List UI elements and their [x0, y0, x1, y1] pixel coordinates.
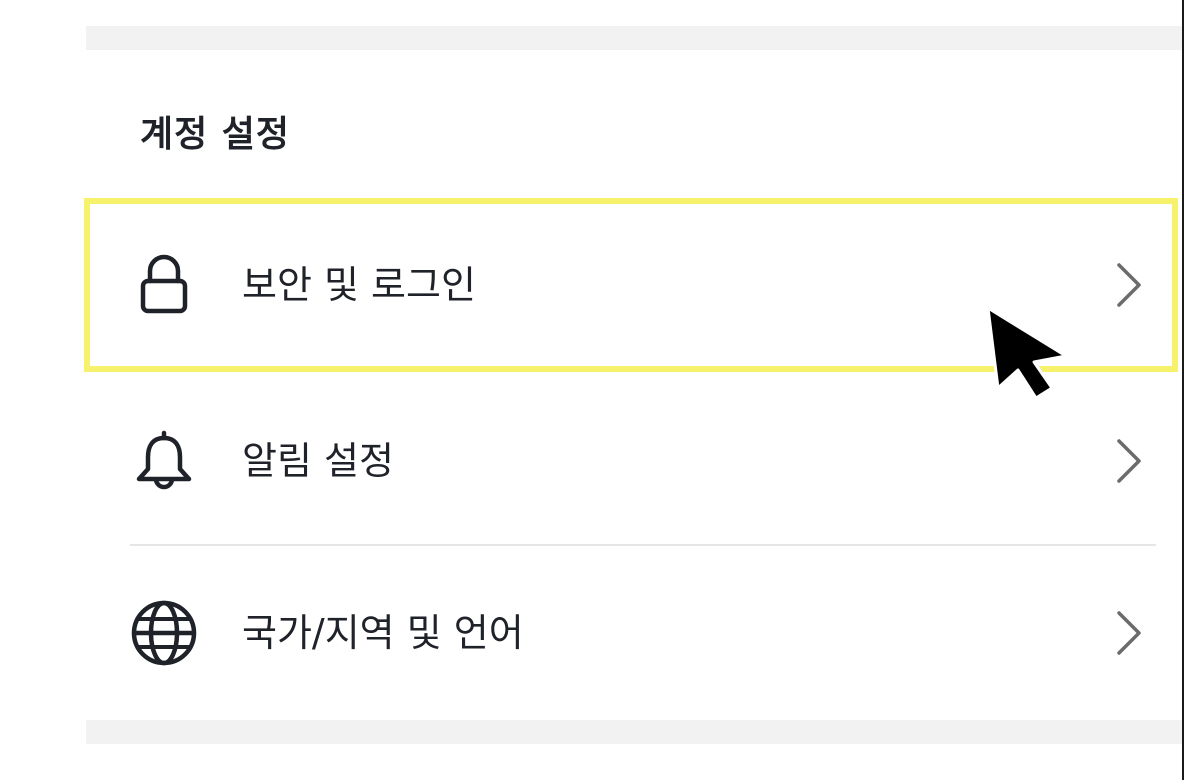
bell-icon [136, 430, 192, 490]
panel-border [1182, 0, 1184, 780]
section-gap-top [86, 26, 1182, 50]
chevron-right-icon [1117, 611, 1141, 655]
menu-item-region-language[interactable]: 국가/지역 및 언어 [86, 548, 1182, 718]
globe-icon [131, 600, 197, 666]
menu-item-label: 보안 및 로그인 [242, 263, 476, 307]
chevron-right-icon [1117, 263, 1141, 307]
divider [130, 544, 1156, 546]
menu-item-label: 국가/지역 및 언어 [242, 611, 524, 655]
section-gap-bottom [86, 720, 1182, 744]
menu-item-notification-settings[interactable]: 알림 설정 [86, 376, 1182, 546]
section-title: 계정 설정 [140, 114, 291, 155]
menu-item-security-login[interactable]: 보안 및 로그인 [86, 200, 1182, 370]
chevron-right-icon [1117, 439, 1141, 483]
lock-icon [140, 254, 188, 314]
menu-item-label: 알림 설정 [242, 439, 394, 483]
settings-page: 계정 설정 보안 및 로그인 알림 설정 국가/지역 및 언어 [0, 0, 1186, 780]
